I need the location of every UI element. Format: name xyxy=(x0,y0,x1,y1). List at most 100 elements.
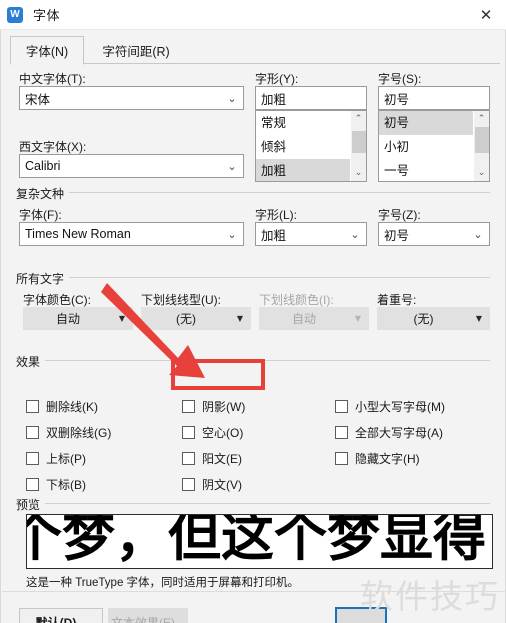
font-size-value: 初号 xyxy=(384,92,410,107)
checkbox-all-caps[interactable]: 全部大写字母(A) xyxy=(335,424,443,441)
emphasis-mark-label: 着重号: xyxy=(377,293,417,307)
list-item[interactable]: 常规 xyxy=(256,111,350,135)
checkbox-double-strikethrough[interactable]: 双删除线(G) xyxy=(26,424,111,441)
emphasis-mark-value: (无) xyxy=(413,312,434,326)
checkbox-box[interactable] xyxy=(182,426,195,439)
checkbox-hidden-text[interactable]: 隐藏文字(H) xyxy=(335,450,420,467)
ok-button[interactable] xyxy=(335,607,387,623)
list-item[interactable]: 加粗 xyxy=(256,159,350,181)
checkbox-box[interactable] xyxy=(26,452,39,465)
scrollbar-thumb[interactable] xyxy=(352,131,366,153)
list-item[interactable]: 倾斜 xyxy=(256,135,350,159)
complex-font-combo[interactable]: Times New Roman ⌄ xyxy=(19,222,244,246)
font-style-input[interactable]: 加粗 xyxy=(255,86,367,110)
complex-style-combo[interactable]: 加粗 ⌄ xyxy=(255,222,367,246)
close-icon[interactable]: ✕ xyxy=(466,0,506,30)
font-dialog: W 字体 ✕ 字体(N) 字符间距(R) 中文字体(T): 宋体 ⌄ 西文字体(… xyxy=(0,0,506,623)
underline-color-label: 下划线颜色(I): xyxy=(259,293,334,307)
dialog-body: 字体(N) 字符间距(R) 中文字体(T): 宋体 ⌄ 西文字体(X): Cal… xyxy=(0,30,506,623)
checkbox-box[interactable] xyxy=(26,478,39,491)
scroll-up-icon[interactable]: ⌃ xyxy=(474,111,489,127)
chevron-down-icon: ⌄ xyxy=(227,91,237,105)
complex-size-label: 字号(Z): xyxy=(378,208,421,222)
underline-color-dropdown: 自动 ▼ xyxy=(259,307,369,330)
checkbox-engrave[interactable]: 阴文(V) xyxy=(182,476,242,493)
scrollbar[interactable]: ⌃ ⌄ xyxy=(350,111,366,181)
checkbox-subscript[interactable]: 下标(B) xyxy=(26,476,86,493)
divider xyxy=(16,503,490,504)
wps-writer-icon: W xyxy=(7,6,23,23)
font-size-listbox[interactable]: 初号 小初 一号 ⌃ ⌄ xyxy=(378,110,490,182)
chinese-font-combo[interactable]: 宋体 ⌄ xyxy=(19,86,244,110)
scroll-up-icon[interactable]: ⌃ xyxy=(351,111,366,127)
font-color-dropdown[interactable]: 自动 ▼ xyxy=(23,307,133,330)
checkbox-label: 下标(B) xyxy=(46,478,86,492)
divider xyxy=(2,591,506,592)
chevron-down-icon: ⌄ xyxy=(473,227,483,241)
checkbox-box[interactable] xyxy=(335,452,348,465)
complex-style-label: 字形(L): xyxy=(255,208,298,222)
tab-strip: 字体(N) 字符间距(R) xyxy=(10,36,500,65)
default-button[interactable]: 默认(D)... xyxy=(19,608,103,623)
checkbox-label: 隐藏文字(H) xyxy=(355,452,420,466)
complex-script-group-title: 复杂文种 xyxy=(16,185,70,202)
font-style-listbox[interactable]: 常规 倾斜 加粗 ⌃ ⌄ xyxy=(255,110,367,182)
chevron-down-icon: ▼ xyxy=(475,314,483,323)
checkbox-label: 双删除线(G) xyxy=(46,426,112,440)
checkbox-box[interactable] xyxy=(182,478,195,491)
checkbox-label: 上标(P) xyxy=(46,452,86,466)
divider xyxy=(16,192,490,193)
scroll-down-icon[interactable]: ⌄ xyxy=(474,165,489,181)
list-item[interactable]: 初号 xyxy=(379,111,473,135)
checkbox-label: 阳文(E) xyxy=(202,452,242,466)
chinese-font-label: 中文字体(T): xyxy=(19,72,86,86)
complex-size-combo[interactable]: 初号 ⌄ xyxy=(378,222,490,246)
list-item[interactable]: 小初 xyxy=(379,135,473,159)
chevron-down-icon: ⌄ xyxy=(227,159,237,173)
checkbox-shadow[interactable]: 阴影(W) xyxy=(182,398,245,415)
underline-style-label: 下划线线型(U): xyxy=(141,293,221,307)
preview-group-title: 预览 xyxy=(16,496,46,513)
complex-style-value: 加粗 xyxy=(261,228,287,243)
checkbox-label: 阴影(W) xyxy=(202,400,246,414)
all-text-group-title: 所有文字 xyxy=(16,270,70,287)
checkbox-label: 阴文(V) xyxy=(202,478,242,492)
tab-font[interactable]: 字体(N) xyxy=(10,36,84,65)
western-font-label: 西文字体(X): xyxy=(19,140,87,154)
scrollbar[interactable]: ⌃ ⌄ xyxy=(473,111,489,181)
complex-font-label: 字体(F): xyxy=(19,208,62,222)
checkbox-box[interactable] xyxy=(26,426,39,439)
western-font-value: Calibri xyxy=(25,159,61,173)
scrollbar-thumb[interactable] xyxy=(475,127,489,153)
checkbox-outline[interactable]: 空心(O) xyxy=(182,424,243,441)
checkbox-box[interactable] xyxy=(26,400,39,413)
font-size-input[interactable]: 初号 xyxy=(378,86,490,110)
title-bar: W 字体 ✕ xyxy=(0,0,506,30)
chevron-down-icon: ⌄ xyxy=(227,227,237,241)
underline-style-dropdown[interactable]: (无) ▼ xyxy=(141,307,251,330)
western-font-combo[interactable]: Calibri ⌄ xyxy=(19,154,244,178)
tab-character-spacing[interactable]: 字符间距(R) xyxy=(88,36,184,64)
chevron-down-icon: ▼ xyxy=(236,314,244,323)
checkbox-emboss[interactable]: 阳文(E) xyxy=(182,450,242,467)
underline-style-value: (无) xyxy=(176,312,196,326)
checkbox-label: 删除线(K) xyxy=(46,400,98,414)
complex-size-value: 初号 xyxy=(384,228,410,243)
font-size-label: 字号(S): xyxy=(378,72,422,86)
checkbox-box[interactable] xyxy=(182,452,195,465)
checkbox-small-caps[interactable]: 小型大写字母(M) xyxy=(335,398,445,415)
checkbox-superscript[interactable]: 上标(P) xyxy=(26,450,86,467)
font-color-label: 字体颜色(C): xyxy=(23,293,91,307)
checkbox-box[interactable] xyxy=(182,400,195,413)
emphasis-mark-dropdown[interactable]: (无) ▼ xyxy=(377,307,490,330)
list-item[interactable]: 一号 xyxy=(379,159,473,181)
font-color-value: 自动 xyxy=(55,312,80,326)
app-icon-letter: W xyxy=(10,8,20,20)
scroll-down-icon[interactable]: ⌄ xyxy=(351,165,366,181)
checkbox-strikethrough[interactable]: 删除线(K) xyxy=(26,398,98,415)
checkbox-box[interactable] xyxy=(335,400,348,413)
chevron-down-icon: ▼ xyxy=(354,314,362,323)
effects-group-title: 效果 xyxy=(16,353,46,370)
checkbox-box[interactable] xyxy=(335,426,348,439)
preview-note: 这是一种 TrueType 字体，同时适用于屏幕和打印机。 xyxy=(26,577,300,589)
